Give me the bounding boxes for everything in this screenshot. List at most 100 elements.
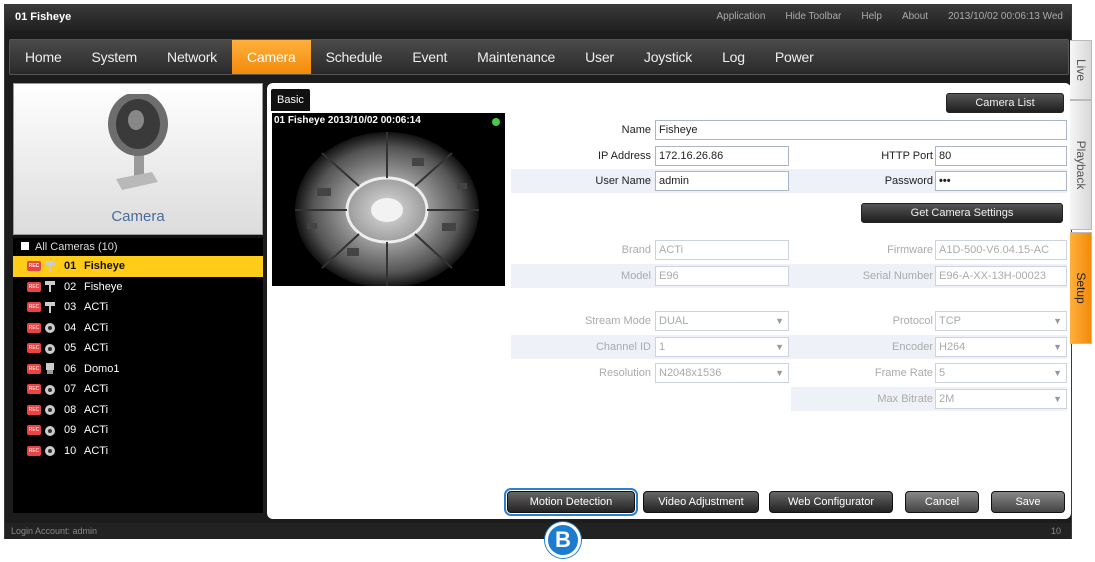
tab-live-label: Live — [1073, 58, 1088, 82]
chevron-down-icon: ▼ — [775, 342, 784, 352]
ip-address-label: IP Address — [598, 150, 651, 162]
camera-number: 01 — [64, 260, 77, 273]
camera-list-item[interactable]: REC 02 Fisheye — [13, 277, 263, 298]
preview-osd: 01 Fisheye 2013/10/02 00:06:14 — [274, 115, 421, 126]
motion-detection-button[interactable]: Motion Detection — [504, 488, 638, 516]
web-configurator-button[interactable]: Web Configurator — [769, 491, 893, 513]
channel-id-value: 1 — [659, 341, 666, 353]
stream-mode-value: DUAL — [659, 315, 689, 327]
dome-camera-icon — [44, 444, 56, 457]
camera-settings-panel: Basic Camera List 01 Fisheye 2013/10/02 … — [267, 83, 1071, 519]
main-nav: Home System Network Camera Schedule Even… — [9, 39, 1069, 75]
channel-id-select[interactable]: 1 ▼ — [655, 337, 789, 357]
camera-name: ACTi — [84, 321, 109, 334]
resolution-select[interactable]: N2048x1536 ▼ — [655, 363, 789, 383]
camera-list-item[interactable]: REC 05 ACTi — [13, 338, 263, 359]
camera-list-item[interactable]: REC 08 ACTi — [13, 400, 263, 421]
rec-badge: REC — [27, 404, 41, 415]
camera-list-item[interactable]: REC 09 ACTi — [13, 420, 263, 441]
camera-list-item[interactable]: REC 01 Fisheye — [13, 256, 263, 277]
max-bitrate-select[interactable]: 2M ▼ — [935, 389, 1067, 409]
camera-list-button[interactable]: Camera List — [946, 93, 1064, 113]
camera-list-item[interactable]: REC 07 ACTi — [13, 379, 263, 400]
status-indicator: 10 — [1050, 526, 1061, 536]
nav-schedule[interactable]: Schedule — [311, 40, 398, 74]
frame-rate-label: Frame Rate — [874, 367, 933, 379]
video-adjustment-button[interactable]: Video Adjustment — [643, 491, 759, 513]
ip-address-input[interactable]: 172.16.26.86 — [655, 146, 789, 166]
rec-badge: REC — [27, 384, 41, 395]
user-name-label: User Name — [595, 175, 651, 187]
cancel-button[interactable]: Cancel — [905, 491, 979, 513]
name-label: Name — [621, 124, 651, 136]
camera-list: REC 01 Fisheye REC 02 Fisheye REC 03 ACTi REC 04 AC… — [13, 256, 263, 461]
nav-maintenance[interactable]: Maintenance — [462, 40, 570, 74]
nav-log[interactable]: Log — [707, 40, 760, 74]
camera-number: 09 — [64, 424, 77, 437]
tab-playback[interactable]: Playback — [1070, 100, 1092, 230]
http-port-input[interactable]: 80 — [935, 146, 1067, 166]
chevron-down-icon: ▼ — [1053, 394, 1062, 404]
save-button[interactable]: Save — [991, 491, 1065, 513]
fisheye-camera-icon — [44, 280, 56, 293]
protocol-select[interactable]: TCP ▼ — [935, 311, 1067, 331]
nav-power[interactable]: Power — [760, 40, 829, 74]
name-input[interactable]: Fisheye — [655, 120, 1067, 140]
live-preview: 01 Fisheye 2013/10/02 00:06:14 — [272, 113, 505, 286]
help-link[interactable]: Help — [861, 11, 882, 22]
get-camera-settings-button[interactable]: Get Camera Settings — [861, 203, 1063, 223]
rec-badge: REC — [27, 363, 41, 374]
title-links: Application Hide Toolbar Help About 2013… — [716, 11, 1063, 22]
protocol-label: Protocol — [892, 315, 933, 327]
user-name-input[interactable]: admin — [655, 171, 789, 191]
rec-badge: REC — [27, 322, 41, 333]
camera-name: ACTi — [84, 403, 109, 416]
password-input[interactable]: ••• — [935, 171, 1067, 191]
resolution-label: Resolution — [599, 367, 651, 379]
rec-badge: REC — [27, 343, 41, 354]
camera-name: Domo1 — [84, 362, 120, 375]
tab-playback-label: Playback — [1073, 140, 1088, 190]
frame-rate-select[interactable]: 5 ▼ — [935, 363, 1067, 383]
fisheye-camera-icon — [44, 260, 56, 273]
tab-setup-label: Setup — [1073, 272, 1088, 304]
hide-toolbar-link[interactable]: Hide Toolbar — [785, 11, 841, 22]
stream-mode-label: Stream Mode — [584, 315, 651, 327]
nav-user[interactable]: User — [570, 40, 629, 74]
collapse-icon[interactable] — [21, 242, 29, 250]
about-link[interactable]: About — [902, 11, 928, 22]
max-bitrate-value: 2M — [939, 393, 955, 405]
nav-system[interactable]: System — [77, 40, 152, 74]
serial-number-label: Serial Number — [862, 270, 933, 282]
camera-list-item[interactable]: REC 06 Domo1 — [13, 359, 263, 380]
camera-list-item[interactable]: REC 03 ACTi — [13, 297, 263, 318]
tab-live[interactable]: Live — [1070, 40, 1092, 100]
nav-joystick[interactable]: Joystick — [629, 40, 707, 74]
brand-label: Brand — [621, 244, 651, 256]
title-bar: 01 Fisheye Application Hide Toolbar Help… — [5, 5, 1071, 31]
encoder-select[interactable]: H264 ▼ — [935, 337, 1067, 357]
camera-list-item[interactable]: REC 10 ACTi — [13, 441, 263, 462]
application-link[interactable]: Application — [716, 11, 765, 22]
stream-mode-select[interactable]: DUAL ▼ — [655, 311, 789, 331]
tab-basic[interactable]: Basic — [271, 89, 310, 111]
frame-rate-value: 5 — [939, 367, 946, 379]
encoder-label: Encoder — [892, 341, 933, 353]
nav-event[interactable]: Event — [397, 40, 462, 74]
tab-setup[interactable]: Setup — [1070, 232, 1092, 344]
camera-number: 07 — [64, 383, 77, 396]
nav-network[interactable]: Network — [152, 40, 232, 74]
chevron-down-icon: ▼ — [1053, 342, 1062, 352]
camera-number: 08 — [64, 403, 77, 416]
camera-panel: Camera All Cameras (10) REC 01 Fisheye REC 0… — [13, 83, 263, 513]
tree-root-all-cameras[interactable]: All Cameras (10) — [13, 238, 263, 256]
live-status-icon — [492, 118, 500, 126]
firmware-label: Firmware — [887, 244, 933, 256]
nav-home[interactable]: Home — [10, 40, 77, 74]
rec-badge: REC — [27, 445, 41, 456]
camera-name: ACTi — [84, 383, 109, 396]
nav-camera[interactable]: Camera — [231, 40, 311, 74]
chevron-down-icon: ▼ — [775, 368, 784, 378]
camera-list-item[interactable]: REC 04 ACTi — [13, 318, 263, 339]
camera-number: 03 — [64, 301, 77, 314]
